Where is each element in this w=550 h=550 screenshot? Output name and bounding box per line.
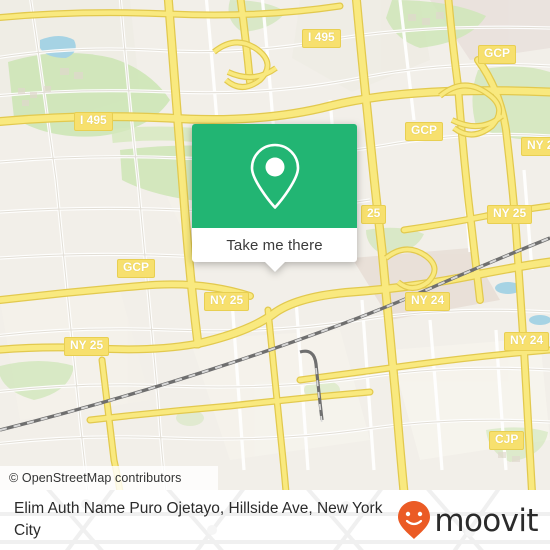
road-shield-label: GCP <box>411 123 438 137</box>
road-shield: NY 24 <box>504 332 550 351</box>
road-shield-label: GCP <box>123 260 150 274</box>
road-shield: NY 25 <box>487 205 533 224</box>
road-shield: 25 <box>361 205 387 224</box>
place-footer: Elim Auth Name Puro Ojetayo, Hillside Av… <box>0 490 550 550</box>
road-shield-label: CJP <box>495 432 519 446</box>
osm-attribution-text: © OpenStreetMap contributors <box>9 471 182 485</box>
road-shield-label: 25 <box>367 206 381 220</box>
road-shield: I 495 <box>74 112 113 131</box>
osm-attribution: © OpenStreetMap contributors <box>0 466 218 490</box>
road-shield: NY 2 <box>521 137 550 156</box>
moovit-wordmark: moovit <box>434 502 538 539</box>
road-shield-label: NY 2 <box>527 138 550 152</box>
road-shield-label: GCP <box>484 46 511 60</box>
popup-action[interactable]: Take me there <box>192 228 357 272</box>
place-name: Elim Auth Name Puro Ojetayo, Hillside Av… <box>14 500 383 539</box>
road-shield-label: NY 25 <box>210 293 244 307</box>
take-me-there-popup[interactable]: Take me there <box>192 124 357 272</box>
popup-header <box>192 124 357 228</box>
road-shield: NY 25 <box>204 292 250 311</box>
road-shield: GCP <box>478 45 517 64</box>
road-shield-label: I 495 <box>308 30 335 44</box>
road-shield-label: NY 25 <box>70 338 104 352</box>
road-shield-label: NY 24 <box>510 333 544 347</box>
location-pin-icon <box>250 143 299 209</box>
road-shield-label: NY 24 <box>411 293 445 307</box>
road-shield: GCP <box>117 259 156 278</box>
road-shield: NY 25 <box>64 337 110 356</box>
moovit-brand[interactable]: moovit <box>397 500 539 540</box>
popup-tail <box>263 261 286 272</box>
road-shield: I 495 <box>302 29 341 48</box>
map-screen: I 495 GCP I 495 GCP NY 2 25 NY 25 GCP NY 25 NY 24… <box>0 0 550 550</box>
road-shield-label: NY 25 <box>493 206 527 220</box>
moovit-pin-icon <box>398 501 431 539</box>
road-shield: NY 24 <box>405 292 451 311</box>
road-shield: GCP <box>405 122 444 141</box>
popup-action-label: Take me there <box>226 236 323 254</box>
road-shield: CJP <box>489 431 525 450</box>
road-shield-label: I 495 <box>80 113 107 127</box>
